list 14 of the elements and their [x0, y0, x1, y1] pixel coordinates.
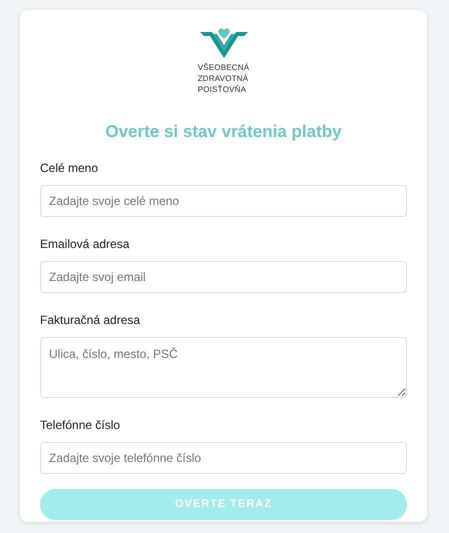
field-label: Fakturačná adresa: [40, 312, 140, 328]
logo-text: VŠEOBECNÁ: [198, 62, 250, 73]
logo-text: POISŤOVŇA: [198, 84, 248, 95]
field-label: Emailová adresa: [40, 236, 130, 252]
input-field[interactable]: Zadajte svoje celé meno: [40, 184, 407, 216]
field-label: Telefónne číslo: [40, 416, 120, 434]
page-title: Overte si stav vrátenia platby: [105, 121, 342, 143]
logo-text: ZDRAVOTNÁ: [198, 73, 250, 84]
address-field[interactable]: Ulica, číslo, mesto, PSČ: [40, 336, 407, 398]
field-label: Celé meno: [40, 160, 98, 176]
input-field[interactable]: Zadajte svoj email: [40, 260, 407, 292]
submit-button[interactable]: OVERTE TERAZ: [40, 488, 407, 520]
input-field[interactable]: Zadajte svoje telefónne číslo: [40, 442, 407, 474]
logo-icon: [200, 28, 248, 58]
